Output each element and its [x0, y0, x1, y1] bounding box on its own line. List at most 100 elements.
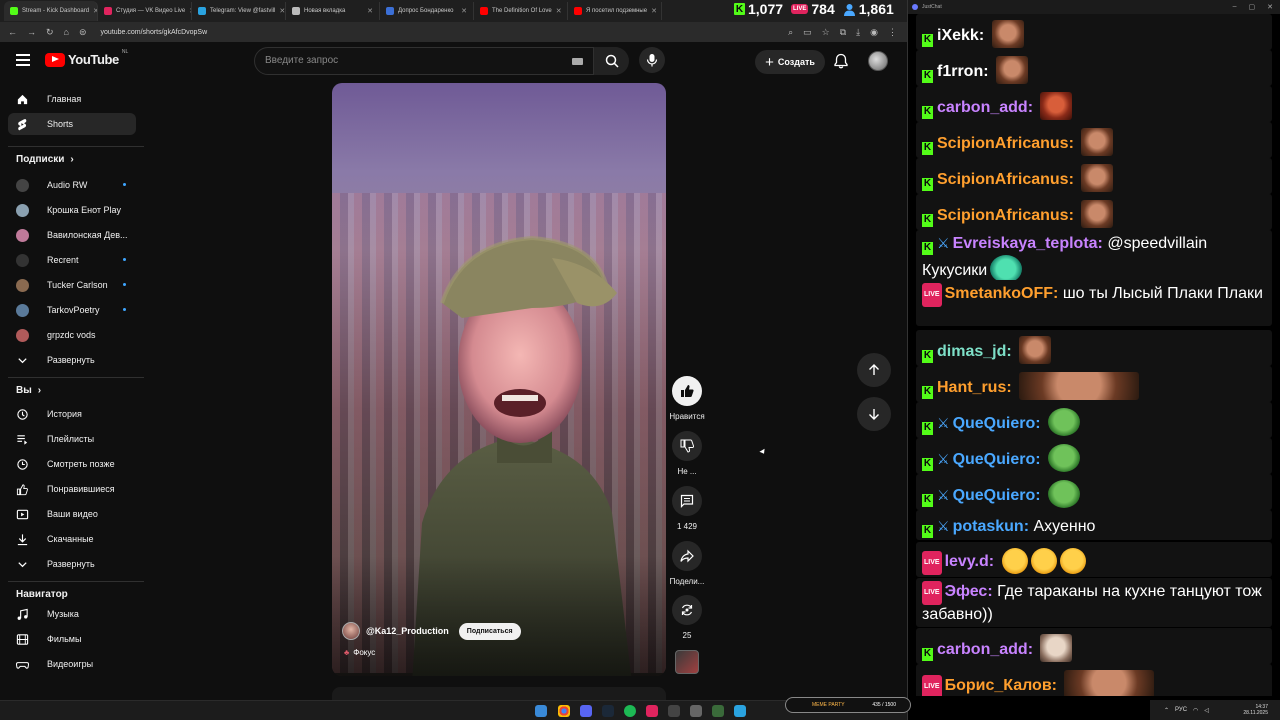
subscriptions-heading[interactable]: Подписки ›: [16, 154, 74, 165]
spotify-icon[interactable]: [624, 705, 636, 717]
sidebar-subscription[interactable]: Tucker Carlson: [8, 274, 136, 296]
maximize-icon[interactable]: ▢: [1249, 3, 1256, 11]
sidebar-subscription[interactable]: Вавилонская Дев...: [8, 224, 136, 246]
chat-username[interactable]: f1rron: [937, 63, 983, 80]
sound-source-avatar[interactable]: [675, 650, 699, 674]
share-button[interactable]: [672, 541, 702, 571]
chat-username[interactable]: SmetankoOFF: [945, 285, 1053, 302]
chat-username[interactable]: Evreiskaya_teplota: [953, 235, 1098, 252]
comments-action[interactable]: 1 429: [667, 486, 707, 531]
app-icon[interactable]: [646, 705, 658, 717]
minimize-icon[interactable]: –: [1233, 3, 1237, 11]
sidebar-subscription[interactable]: Audio RW: [8, 174, 136, 196]
share-action[interactable]: Подели...: [667, 541, 707, 586]
sidebar-item-playlists[interactable]: Плейлисты: [8, 428, 136, 450]
chat-username[interactable]: dimas_jd: [937, 343, 1006, 360]
menu-dots-icon[interactable]: ⋮: [888, 27, 897, 38]
sidebar-subscription[interactable]: Крошка Енот Play: [8, 199, 136, 221]
chat-username[interactable]: QueQuiero: [953, 487, 1036, 504]
chat-username[interactable]: potaskun: [953, 518, 1024, 535]
bookmark-star-icon[interactable]: ☆: [822, 27, 830, 38]
zoom-icon[interactable]: ⌕: [788, 27, 793, 38]
chat-username[interactable]: Hant_rus: [937, 379, 1006, 396]
youtube-logo[interactable]: YouTube NL: [45, 49, 128, 67]
voice-search-button[interactable]: [639, 47, 665, 73]
channel-avatar[interactable]: [342, 622, 360, 640]
browser-tab[interactable]: Студия — VK Видео Live✕: [98, 2, 192, 20]
browser-tab[interactable]: Telegram: View @fastvill ✕: [192, 2, 286, 20]
dislike-action[interactable]: Не ...: [667, 431, 707, 476]
chat-username[interactable]: levy.d: [945, 553, 989, 570]
next-short-button[interactable]: [857, 397, 891, 431]
close-icon[interactable]: ✕: [1267, 3, 1273, 11]
search-button[interactable]: [593, 47, 629, 75]
browser-tab[interactable]: Новая вкладка ✕: [286, 2, 380, 20]
app2-icon[interactable]: [712, 705, 724, 717]
expand-you-button[interactable]: Развернуть: [8, 553, 136, 575]
sidebar-subscription[interactable]: grpzdc vods: [8, 324, 136, 346]
you-heading[interactable]: Вы ›: [16, 385, 41, 396]
sidebar-subscription[interactable]: TarkovPoetry: [8, 299, 136, 321]
previous-short-button[interactable]: [857, 353, 891, 387]
account-avatar[interactable]: [868, 51, 888, 71]
chat-username[interactable]: ScipionAfricanus: [937, 135, 1069, 152]
tab-close-icon[interactable]: ✕: [651, 7, 657, 15]
sidebar-item-your-videos[interactable]: Ваши видео: [8, 503, 136, 525]
cast-icon[interactable]: ▭: [803, 27, 812, 38]
tab-close-icon[interactable]: ✕: [556, 7, 562, 15]
volume-icon[interactable]: ◁: [1204, 707, 1209, 714]
chat-username[interactable]: carbon_add: [937, 641, 1028, 658]
start-menu-icon[interactable]: [535, 705, 547, 717]
browser-tab[interactable]: Я посетил подземные ✕: [568, 2, 662, 20]
like-button[interactable]: [672, 376, 702, 406]
hamburger-menu-icon[interactable]: [16, 54, 30, 66]
next-short-preview[interactable]: [332, 687, 666, 700]
sidebar-item-gaming[interactable]: Видеоигры: [8, 653, 136, 675]
chat-username[interactable]: iXekk: [937, 27, 979, 44]
tab-close-icon[interactable]: ✕: [367, 7, 373, 15]
chat-username[interactable]: QueQuiero: [953, 415, 1036, 432]
chrome-icon[interactable]: [558, 705, 570, 717]
sidebar-item-watch-later[interactable]: Смотреть позже: [8, 453, 136, 475]
sidebar-item-shorts[interactable]: Shorts: [8, 113, 136, 135]
sidebar-item-films[interactable]: Фильмы: [8, 628, 136, 650]
remix-action[interactable]: 25: [667, 595, 707, 640]
tab-close-icon[interactable]: ✕: [279, 7, 285, 15]
forward-icon[interactable]: →: [27, 27, 36, 37]
chat-username[interactable]: ScipionAfricanus: [937, 171, 1069, 188]
clock[interactable]: 14:37 28.11.2025: [1243, 704, 1280, 716]
obs-icon[interactable]: [668, 705, 680, 717]
sidebar-item-history[interactable]: История: [8, 403, 136, 425]
notifications-bell-icon[interactable]: [834, 53, 848, 69]
create-button[interactable]: + Создать: [755, 50, 825, 74]
home-browser-icon[interactable]: ⌂: [64, 27, 69, 37]
tray-chevron-icon[interactable]: ⌃: [1164, 707, 1169, 714]
telegram-icon[interactable]: [734, 705, 746, 717]
chat-username[interactable]: ScipionAfricanus: [937, 207, 1069, 224]
expand-subscriptions-button[interactable]: Развернуть: [8, 349, 136, 371]
extensions-icon[interactable]: ⧉: [840, 27, 846, 38]
sidebar-item-downloads[interactable]: Скачанные: [8, 528, 136, 550]
short-video-player[interactable]: @Ka12_Production Подписаться ♣ Фокус: [332, 83, 666, 676]
back-icon[interactable]: ←: [8, 27, 17, 37]
explorer-icon[interactable]: [690, 705, 702, 717]
profile-icon[interactable]: ◉: [870, 27, 878, 38]
address-bar[interactable]: youtube.com/shorts/gkAfcDvopSw: [101, 29, 208, 36]
chat-username[interactable]: Борис_Калов: [945, 677, 1052, 694]
browser-tab[interactable]: Допрос Бондаренко ✕: [380, 2, 474, 20]
site-info-icon[interactable]: ⊜: [79, 27, 87, 38]
chat-username[interactable]: Эфес: [945, 583, 988, 600]
wifi-icon[interactable]: ◠: [1193, 707, 1198, 714]
keyboard-icon[interactable]: [572, 58, 583, 65]
tab-close-icon[interactable]: ✕: [461, 7, 467, 15]
like-action[interactable]: Нравится: [667, 376, 707, 421]
comments-button[interactable]: [672, 486, 702, 516]
channel-name[interactable]: @Ka12_Production: [366, 626, 449, 636]
sidebar-item-liked[interactable]: Понравившиеся: [8, 478, 136, 500]
dislike-button[interactable]: [672, 431, 702, 461]
browser-tab[interactable]: The Definition Of Love ✕: [474, 2, 568, 20]
sidebar-item-home[interactable]: Главная: [8, 88, 136, 110]
steam-icon[interactable]: [602, 705, 614, 717]
remix-button[interactable]: [672, 595, 702, 625]
search-input[interactable]: [265, 55, 555, 66]
